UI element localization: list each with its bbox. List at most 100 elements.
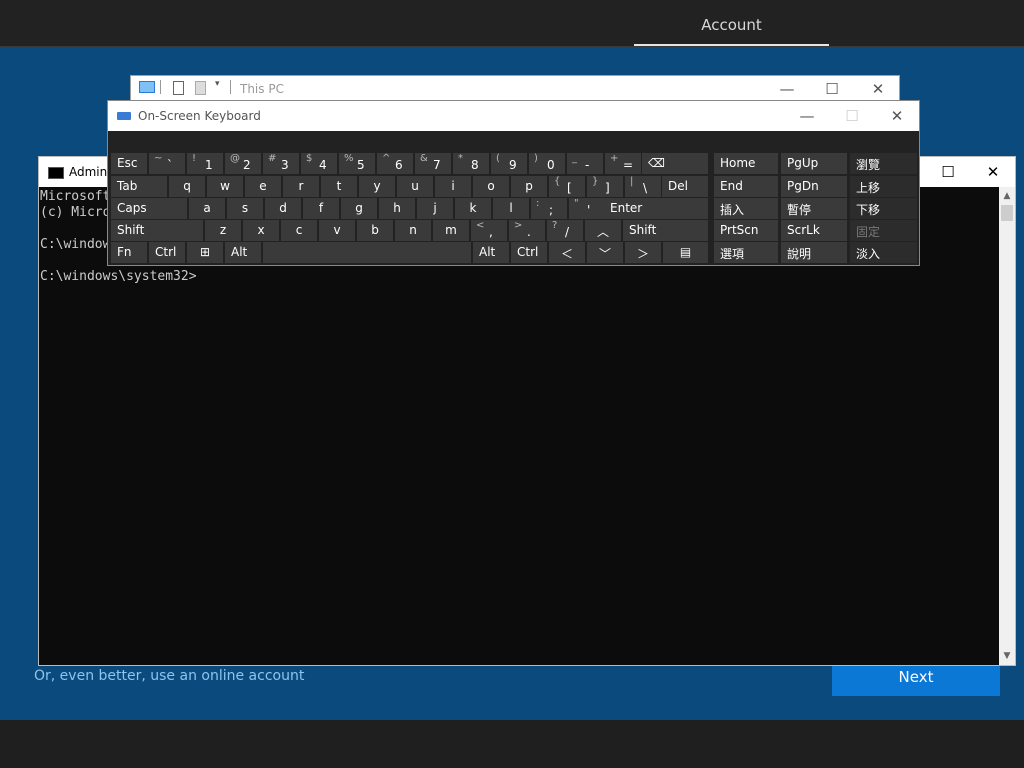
key-r[interactable]: r bbox=[283, 176, 319, 197]
key-v[interactable]: v bbox=[319, 220, 355, 241]
key-shift-left[interactable]: Shift bbox=[111, 220, 203, 241]
key-row4-sym-0[interactable]: <, bbox=[471, 220, 507, 241]
online-account-link[interactable]: Or, even better, use an online account bbox=[34, 668, 304, 684]
key-arrow-left[interactable]: ＜ bbox=[549, 242, 585, 263]
key-shift-right[interactable]: Shift bbox=[623, 220, 708, 241]
close-button[interactable]: ✕ bbox=[970, 161, 1016, 183]
key-row1-3[interactable]: #3 bbox=[263, 153, 299, 174]
key-row1-6[interactable]: ^ 6 bbox=[377, 153, 413, 174]
key-tab[interactable]: Tab bbox=[111, 176, 167, 197]
key-arrow-right[interactable]: ＞ bbox=[625, 242, 661, 263]
key-h[interactable]: h bbox=[379, 198, 415, 219]
key-q[interactable]: q bbox=[169, 176, 205, 197]
key-z[interactable]: z bbox=[205, 220, 241, 241]
key-help[interactable]: 說明 bbox=[781, 242, 847, 263]
key-row1-0[interactable]: ~ ` bbox=[149, 153, 185, 174]
key-caps[interactable]: Caps bbox=[111, 198, 187, 219]
quick-access-dropdown-icon[interactable]: ▾ bbox=[215, 79, 220, 89]
key-move-down[interactable]: 下移 bbox=[850, 198, 917, 219]
key-fn[interactable]: Fn bbox=[111, 242, 147, 263]
key-end[interactable]: End bbox=[714, 176, 778, 197]
next-button[interactable]: Next bbox=[832, 662, 1000, 696]
key-row1-12[interactable]: + = bbox=[605, 153, 641, 174]
key-row3-sym-1[interactable]: " ' bbox=[569, 198, 605, 219]
scroll-up-icon[interactable]: ▲ bbox=[999, 189, 1015, 203]
key-e[interactable]: e bbox=[245, 176, 281, 197]
vertical-scrollbar[interactable]: ▲ ▼ bbox=[999, 187, 1015, 665]
maximize-button[interactable]: ☐ bbox=[809, 78, 855, 100]
key-o[interactable]: o bbox=[473, 176, 509, 197]
key-fade[interactable]: 淡入 bbox=[850, 242, 917, 263]
key-row2-sym-2[interactable]: | \ bbox=[625, 176, 661, 197]
key-enter[interactable]: Enter bbox=[604, 198, 708, 219]
key-esc[interactable]: Esc bbox=[111, 153, 147, 174]
key-m[interactable]: m bbox=[433, 220, 469, 241]
key-row1-5[interactable]: % 5 bbox=[339, 153, 375, 174]
key-arrow-up[interactable]: ︿ bbox=[585, 220, 621, 241]
key-g[interactable]: g bbox=[341, 198, 377, 219]
key-row4-sym-1[interactable]: >. bbox=[509, 220, 545, 241]
key-k[interactable]: k bbox=[455, 198, 491, 219]
key-b[interactable]: b bbox=[357, 220, 393, 241]
key-move-up[interactable]: 上移 bbox=[850, 176, 917, 197]
key-home[interactable]: Home bbox=[714, 153, 778, 174]
key-d[interactable]: d bbox=[265, 198, 301, 219]
key-row1-4[interactable]: $4 bbox=[301, 153, 337, 174]
new-folder-icon[interactable] bbox=[195, 81, 206, 95]
key-l[interactable]: l bbox=[493, 198, 529, 219]
key-j[interactable]: j bbox=[417, 198, 453, 219]
key-nav[interactable]: 瀏覽 bbox=[850, 153, 917, 174]
key-w[interactable]: w bbox=[207, 176, 243, 197]
key-s[interactable]: s bbox=[227, 198, 263, 219]
key-pgdn[interactable]: PgDn bbox=[781, 176, 847, 197]
key-u[interactable]: u bbox=[397, 176, 433, 197]
key-pgup[interactable]: PgUp bbox=[781, 153, 847, 174]
key-row2-sym-0[interactable]: {[ bbox=[549, 176, 585, 197]
key-row1-8[interactable]: * 8 bbox=[453, 153, 489, 174]
key-a[interactable]: a bbox=[189, 198, 225, 219]
key-row1-11[interactable]: _ - bbox=[567, 153, 603, 174]
tab-account[interactable]: Account bbox=[634, 0, 829, 46]
minimize-button[interactable]: — bbox=[784, 105, 830, 127]
maximize-button[interactable]: ☐ bbox=[925, 161, 971, 183]
key-prtscn[interactable]: PrtScn bbox=[714, 220, 778, 241]
key-arrow-down[interactable]: ﹀ bbox=[587, 242, 623, 263]
key-x[interactable]: x bbox=[243, 220, 279, 241]
key-alt-left[interactable]: Alt bbox=[225, 242, 261, 263]
key-space[interactable] bbox=[263, 242, 471, 263]
key-row1-7[interactable]: & 7 bbox=[415, 153, 451, 174]
key-ctrl-left[interactable]: Ctrl bbox=[149, 242, 185, 263]
key-options[interactable]: 選項 bbox=[714, 242, 778, 263]
key-ctrl-right[interactable]: Ctrl bbox=[511, 242, 547, 263]
key-row1-10[interactable]: ) 0 bbox=[529, 153, 565, 174]
key-row2-sym-1[interactable]: }] bbox=[587, 176, 623, 197]
key-row1-9[interactable]: (9 bbox=[491, 153, 527, 174]
properties-icon[interactable] bbox=[173, 81, 184, 95]
key-menu[interactable]: ▤ bbox=[663, 242, 708, 263]
scroll-thumb[interactable] bbox=[1001, 205, 1013, 221]
key-backspace[interactable]: ⌫ bbox=[642, 153, 708, 174]
key-row1-2[interactable]: @2 bbox=[225, 153, 261, 174]
key-y[interactable]: y bbox=[359, 176, 395, 197]
scroll-down-icon[interactable]: ▼ bbox=[999, 649, 1015, 663]
key-insert[interactable]: 插入 bbox=[714, 198, 778, 219]
close-button[interactable]: ✕ bbox=[855, 78, 901, 100]
minimize-button[interactable]: — bbox=[764, 78, 810, 100]
key-del[interactable]: Del bbox=[662, 176, 708, 197]
maximize-button: ☐ bbox=[845, 107, 859, 125]
key-alt-right[interactable]: Alt bbox=[473, 242, 509, 263]
key-n[interactable]: n bbox=[395, 220, 431, 241]
key-c[interactable]: c bbox=[281, 220, 317, 241]
key-t[interactable]: t bbox=[321, 176, 357, 197]
key-row1-1[interactable]: ! 1 bbox=[187, 153, 223, 174]
key-row3-sym-0[interactable]: :; bbox=[531, 198, 567, 219]
key-windows[interactable]: ⊞ bbox=[187, 242, 223, 263]
key-p[interactable]: p bbox=[511, 176, 547, 197]
close-button[interactable]: ✕ bbox=[874, 105, 920, 127]
osk-titlebar[interactable]: On-Screen Keyboard — ☐ ✕ bbox=[108, 101, 919, 131]
key-scrlk[interactable]: ScrLk bbox=[781, 220, 847, 241]
key-row4-sym-2[interactable]: ? / bbox=[547, 220, 583, 241]
key-i[interactable]: i bbox=[435, 176, 471, 197]
key-pause[interactable]: 暫停 bbox=[781, 198, 847, 219]
key-f[interactable]: f bbox=[303, 198, 339, 219]
